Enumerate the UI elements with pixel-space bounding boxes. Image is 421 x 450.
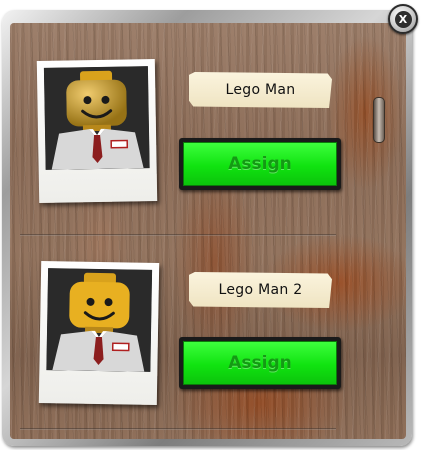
- assign-button[interactable]: Assign: [179, 337, 341, 389]
- assign-button[interactable]: Assign: [179, 138, 341, 190]
- entry-divider: [20, 428, 336, 430]
- close-button[interactable]: X: [388, 4, 418, 34]
- avatar-polaroid: [38, 260, 160, 406]
- entry-name-label: Lego Man: [189, 72, 332, 108]
- scrollbar-thumb[interactable]: [373, 97, 385, 143]
- lego-minifigure-icon: [43, 66, 150, 170]
- lego-minifigure-icon: [46, 268, 153, 372]
- avatar-polaroid: [36, 58, 158, 204]
- assign-button-label: Assign: [183, 341, 337, 385]
- entry-divider: [20, 234, 336, 236]
- entry-name-label: Lego Man 2: [189, 272, 332, 308]
- close-icon: X: [394, 10, 412, 28]
- assign-button-label: Assign: [183, 142, 337, 186]
